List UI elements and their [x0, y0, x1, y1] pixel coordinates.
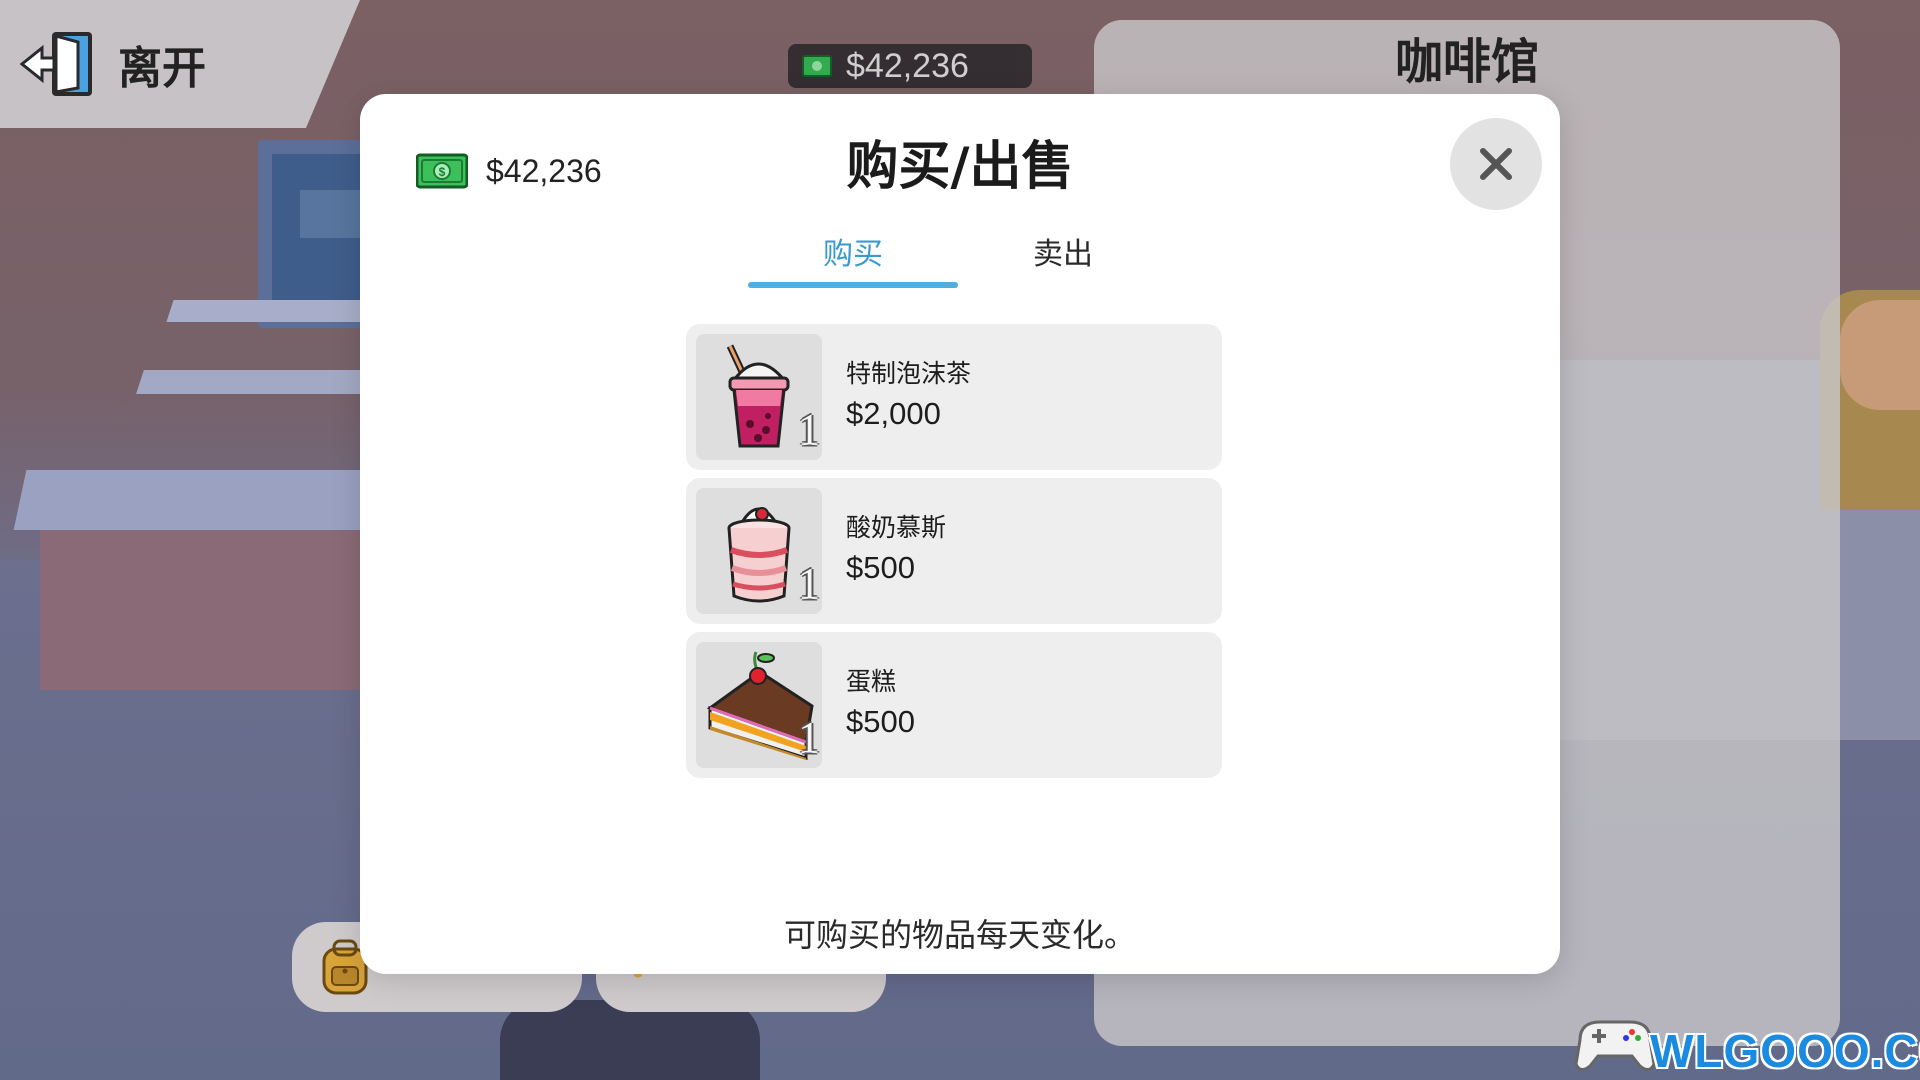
- tab-buy-label: 购买: [823, 237, 883, 272]
- background-customer-face: [1840, 300, 1920, 410]
- close-icon: [1480, 148, 1512, 180]
- watermark-text: WLGOOO.COM: [1650, 1025, 1920, 1077]
- item-card[interactable]: 1 蛋糕 $500: [686, 632, 1222, 778]
- item-quantity: 1: [798, 559, 820, 608]
- close-button[interactable]: [1450, 118, 1542, 210]
- top-money-amount: $42,236: [846, 46, 969, 85]
- item-list: 1 特制泡沫茶 $2,000 1 酸奶慕斯 $500 1 蛋糕 $500: [686, 324, 1222, 786]
- item-price: $500: [846, 704, 915, 739]
- tab-sell[interactable]: 卖出: [958, 230, 1168, 290]
- item-card[interactable]: 1 特制泡沫茶 $2,000: [686, 324, 1222, 470]
- tab-buy[interactable]: 购买: [748, 230, 958, 290]
- exit-button[interactable]: 离开: [18, 28, 206, 100]
- gamepad-logo-icon: [1574, 1020, 1656, 1071]
- tab-sell-label: 卖出: [1033, 237, 1093, 272]
- active-tab-indicator: [748, 282, 958, 288]
- item-price: $2,000: [846, 396, 941, 431]
- item-price: $500: [846, 550, 915, 585]
- exit-door-icon: [19, 32, 92, 96]
- modal-tabs: 购买 卖出: [748, 230, 1168, 290]
- watermark: WLGOOO.COM: [1570, 980, 1920, 1080]
- top-money-display: $42,236: [788, 44, 1032, 88]
- daily-change-note: 可购买的物品每天变化。: [783, 916, 1136, 954]
- item-name: 酸奶慕斯: [846, 513, 947, 542]
- shop-title: 咖啡馆: [1394, 34, 1539, 90]
- exit-label: 离开: [118, 43, 206, 94]
- cash-icon: [802, 55, 832, 77]
- modal-title: 购买/出售: [846, 137, 1074, 197]
- item-quantity: 1: [798, 405, 820, 454]
- buy-sell-modal: $ $42,236 购买/出售 购买 卖出 1 特制泡沫茶 $2,000 1 酸…: [360, 94, 1560, 974]
- item-name: 蛋糕: [846, 667, 897, 696]
- game-scene: 咖啡馆 离开 $42,236 $ $42,236 购买/出售 购买 卖出 1 特…: [0, 0, 1920, 1080]
- item-card[interactable]: 1 酸奶慕斯 $500: [686, 478, 1222, 624]
- background-player: [500, 1000, 760, 1080]
- item-quantity: 1: [798, 713, 820, 762]
- item-name: 特制泡沫茶: [846, 359, 972, 388]
